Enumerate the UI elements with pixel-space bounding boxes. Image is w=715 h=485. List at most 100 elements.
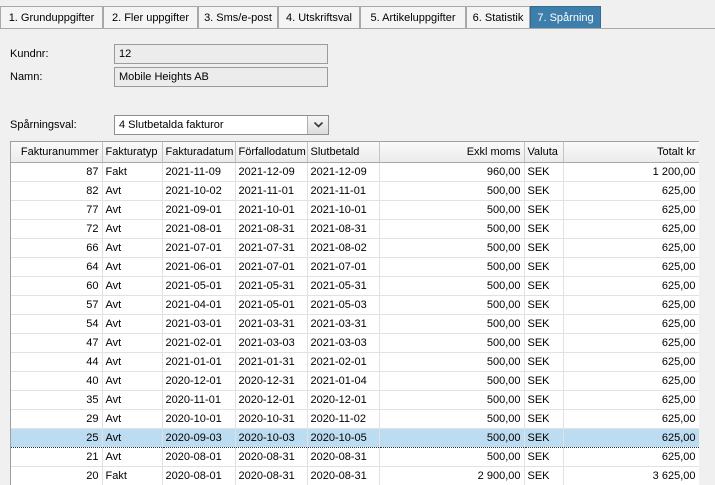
cell-fakturadatum: 2020-09-03 xyxy=(162,429,235,448)
col-header-fakturadatum[interactable]: Fakturadatum xyxy=(162,142,235,163)
table-row[interactable]: 25Avt2020-09-032020-10-032020-10-05500,0… xyxy=(11,429,699,448)
col-header-fakturanummer[interactable]: Fakturanummer xyxy=(11,142,102,163)
cell-exkl-moms: 500,00 xyxy=(379,448,524,467)
tab-fler-uppgifter[interactable]: 2. Fler uppgifter xyxy=(103,6,198,28)
cell-fakturanummer: 54 xyxy=(11,315,102,334)
tab-utskriftsval[interactable]: 4. Utskriftsval xyxy=(278,6,360,28)
cell-fakturatyp: Avt xyxy=(102,315,162,334)
cell-slutbetald: 2020-12-01 xyxy=(307,391,379,410)
cell-fakturatyp: Avt xyxy=(102,429,162,448)
cell-exkl-moms: 500,00 xyxy=(379,410,524,429)
cell-fakturadatum: 2020-08-01 xyxy=(162,448,235,467)
cell-fakturanummer: 87 xyxy=(11,163,102,182)
cell-forfallodatum: 2021-05-31 xyxy=(235,277,307,296)
tab-statistik[interactable]: 6. Statistik xyxy=(466,6,530,28)
cell-forfallodatum: 2020-12-01 xyxy=(235,391,307,410)
cell-valuta: SEK xyxy=(524,334,563,353)
cell-valuta: SEK xyxy=(524,372,563,391)
cell-fakturadatum: 2020-08-01 xyxy=(162,467,235,485)
col-header-totalt-kr[interactable]: Totalt kr xyxy=(563,142,699,163)
cell-valuta: SEK xyxy=(524,391,563,410)
col-header-forfallodatum[interactable]: Förfallodatum xyxy=(235,142,307,163)
cell-slutbetald: 2021-08-02 xyxy=(307,239,379,258)
sparningsval-select[interactable]: 4 Slutbetalda fakturor xyxy=(114,115,329,135)
cell-fakturanummer: 21 xyxy=(11,448,102,467)
cell-valuta: SEK xyxy=(524,258,563,277)
cell-fakturatyp: Avt xyxy=(102,182,162,201)
cell-totalt-kr: 625,00 xyxy=(563,315,699,334)
cell-exkl-moms: 500,00 xyxy=(379,277,524,296)
tab-artikeluppgifter[interactable]: 5. Artikeluppgifter xyxy=(360,6,466,28)
table-row[interactable]: 40Avt2020-12-012020-12-312021-01-04500,0… xyxy=(11,372,699,391)
cell-fakturanummer: 47 xyxy=(11,334,102,353)
col-header-slutbetald[interactable]: Slutbetald xyxy=(307,142,379,163)
chevron-down-icon xyxy=(314,122,323,128)
col-header-exkl-moms[interactable]: Exkl moms xyxy=(379,142,524,163)
col-header-valuta[interactable]: Valuta xyxy=(524,142,563,163)
cell-fakturanummer: 60 xyxy=(11,277,102,296)
cell-totalt-kr: 625,00 xyxy=(563,296,699,315)
cell-fakturadatum: 2021-08-01 xyxy=(162,220,235,239)
cell-exkl-moms: 500,00 xyxy=(379,372,524,391)
cell-exkl-moms: 500,00 xyxy=(379,353,524,372)
cell-slutbetald: 2021-03-03 xyxy=(307,334,379,353)
cell-slutbetald: 2021-11-01 xyxy=(307,182,379,201)
table-row[interactable]: 82Avt2021-10-022021-11-012021-11-01500,0… xyxy=(11,182,699,201)
tab-sms-epost[interactable]: 3. Sms/e-post xyxy=(198,6,278,28)
cell-fakturanummer: 57 xyxy=(11,296,102,315)
cell-slutbetald: 2021-01-04 xyxy=(307,372,379,391)
table-row[interactable]: 54Avt2021-03-012021-03-312021-03-31500,0… xyxy=(11,315,699,334)
cell-valuta: SEK xyxy=(524,429,563,448)
table-row[interactable]: 44Avt2021-01-012021-01-312021-02-01500,0… xyxy=(11,353,699,372)
table-row[interactable]: 64Avt2021-06-012021-07-012021-07-01500,0… xyxy=(11,258,699,277)
cell-forfallodatum: 2020-08-31 xyxy=(235,467,307,485)
cell-fakturanummer: 82 xyxy=(11,182,102,201)
table-row[interactable]: 57Avt2021-04-012021-05-012021-05-03500,0… xyxy=(11,296,699,315)
cell-fakturanummer: 64 xyxy=(11,258,102,277)
cell-totalt-kr: 625,00 xyxy=(563,429,699,448)
cell-fakturatyp: Avt xyxy=(102,201,162,220)
cell-forfallodatum: 2021-08-31 xyxy=(235,220,307,239)
tab-grunduppgifter[interactable]: 1. Grunduppgifter xyxy=(0,6,103,28)
namn-field[interactable]: Mobile Heights AB xyxy=(114,67,328,87)
cell-valuta: SEK xyxy=(524,163,563,182)
cell-fakturatyp: Avt xyxy=(102,334,162,353)
cell-fakturanummer: 25 xyxy=(11,429,102,448)
cell-fakturatyp: Avt xyxy=(102,277,162,296)
table-row[interactable]: 60Avt2021-05-012021-05-312021-05-31500,0… xyxy=(11,277,699,296)
table-row[interactable]: 21Avt2020-08-012020-08-312020-08-31500,0… xyxy=(11,448,699,467)
cell-totalt-kr: 625,00 xyxy=(563,372,699,391)
cell-fakturatyp: Avt xyxy=(102,296,162,315)
cell-valuta: SEK xyxy=(524,448,563,467)
cell-forfallodatum: 2021-07-01 xyxy=(235,258,307,277)
cell-fakturatyp: Avt xyxy=(102,391,162,410)
invoice-table: Fakturanummer Fakturatyp Fakturadatum Fö… xyxy=(11,142,699,485)
table-row[interactable]: 77Avt2021-09-012021-10-012021-10-01500,0… xyxy=(11,201,699,220)
cell-exkl-moms: 2 900,00 xyxy=(379,467,524,485)
kundnr-field[interactable]: 12 xyxy=(114,44,328,64)
cell-fakturatyp: Fakt xyxy=(102,163,162,182)
table-row[interactable]: 87Fakt2021-11-092021-12-092021-12-09960,… xyxy=(11,163,699,182)
cell-fakturanummer: 72 xyxy=(11,220,102,239)
cell-valuta: SEK xyxy=(524,220,563,239)
cell-totalt-kr: 625,00 xyxy=(563,258,699,277)
table-row[interactable]: 35Avt2020-11-012020-12-012020-12-01500,0… xyxy=(11,391,699,410)
cell-totalt-kr: 625,00 xyxy=(563,353,699,372)
invoice-grid[interactable]: Fakturanummer Fakturatyp Fakturadatum Fö… xyxy=(10,141,699,485)
cell-exkl-moms: 500,00 xyxy=(379,429,524,448)
col-header-fakturatyp[interactable]: Fakturatyp xyxy=(102,142,162,163)
tab-sparning[interactable]: 7. Spårning xyxy=(530,6,601,28)
table-row[interactable]: 47Avt2021-02-012021-03-032021-03-03500,0… xyxy=(11,334,699,353)
tab-divider xyxy=(0,28,715,29)
table-row[interactable]: 20Fakt2020-08-012020-08-312020-08-312 90… xyxy=(11,467,699,485)
sparningsval-value: 4 Slutbetalda fakturor xyxy=(119,116,224,134)
cell-exkl-moms: 500,00 xyxy=(379,391,524,410)
table-row[interactable]: 66Avt2021-07-012021-07-312021-08-02500,0… xyxy=(11,239,699,258)
combo-dropdown-button[interactable] xyxy=(307,116,328,134)
cell-fakturatyp: Avt xyxy=(102,448,162,467)
table-row[interactable]: 72Avt2021-08-012021-08-312021-08-31500,0… xyxy=(11,220,699,239)
cell-fakturadatum: 2021-09-01 xyxy=(162,201,235,220)
table-row[interactable]: 29Avt2020-10-012020-10-312020-11-02500,0… xyxy=(11,410,699,429)
cell-slutbetald: 2020-10-05 xyxy=(307,429,379,448)
cell-totalt-kr: 625,00 xyxy=(563,334,699,353)
